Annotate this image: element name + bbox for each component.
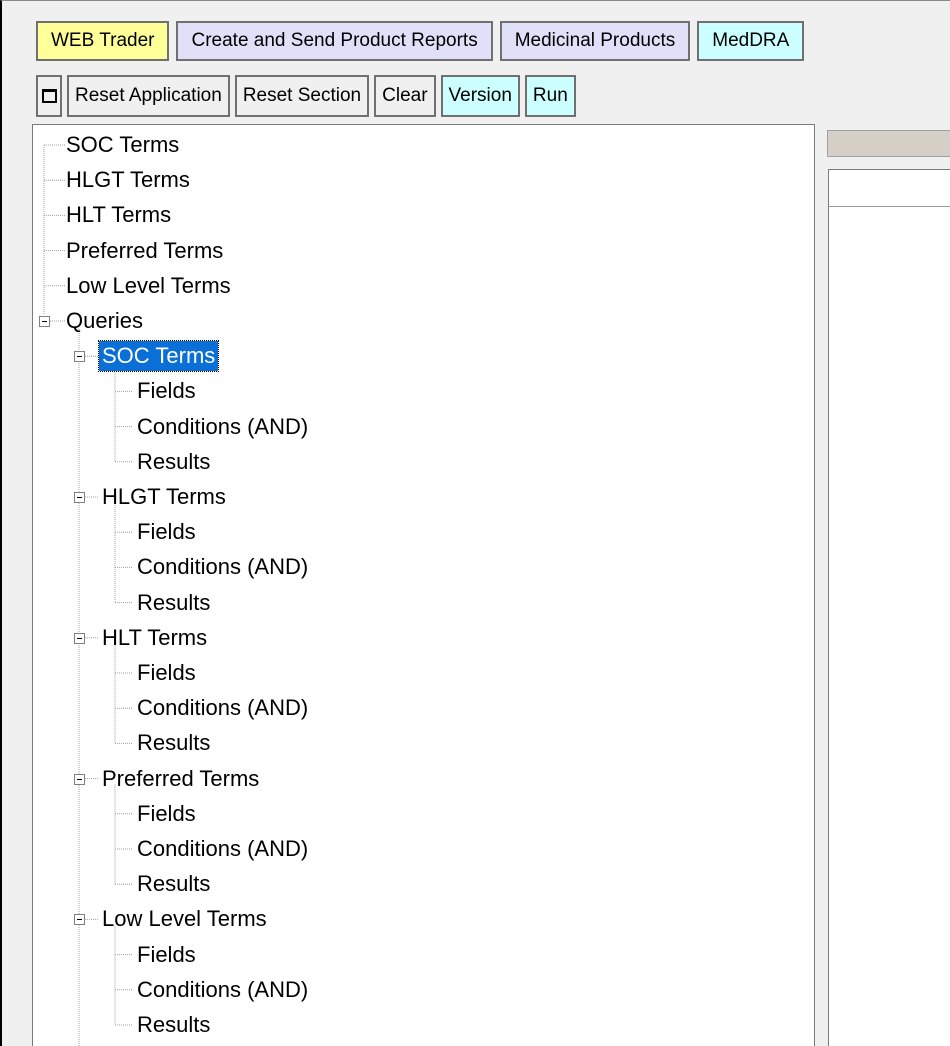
tree-item-label: HLT Terms [102,624,208,650]
query-group-collapse-icon[interactable] [74,914,85,926]
tree-query-child-results[interactable]: Results [134,728,213,758]
tree-query-child-conditions-and-[interactable]: Conditions (AND) [134,834,311,864]
tree-query-child-results[interactable]: Results [134,588,213,618]
tab-medicinal-products[interactable]: Medicinal Products [499,21,691,61]
tree-query-child-fields[interactable]: Fields [134,658,199,688]
tree-query-child-conditions-and-[interactable]: Conditions (AND) [134,412,311,442]
tree-query-child-conditions-and-[interactable]: Conditions (AND) [134,975,311,1005]
tree-query-group-soc-terms[interactable]: SOC Terms [97,340,220,373]
tree-item-label: HLGT Terms [66,167,190,193]
tree-query-group-preferred-terms[interactable]: Preferred Terms [99,764,262,794]
tree-query-child-results[interactable]: Results [134,1010,213,1040]
toolbar: Reset Application Reset Section Clear Ve… [36,75,576,117]
tree-item-label: Conditions (AND) [137,554,309,580]
tree-item-label: Fields [137,941,196,967]
tree-item-label: Fields [137,378,196,404]
run-button[interactable]: Run [524,75,576,117]
tab-web-trader[interactable]: WEB Trader [36,21,170,61]
query-group-collapse-icon[interactable] [74,773,85,785]
window-square-icon [41,89,57,103]
tree-item-preferred-terms[interactable]: Preferred Terms [63,236,226,266]
tree-item-soc-terms[interactable]: SOC Terms [63,130,182,160]
tree-item-label: Fields [137,800,196,826]
tree-item-label: Low Level Terms [66,272,231,298]
tree-item-label: SOC Terms [66,132,180,157]
tree-item-label: Conditions (AND) [137,836,309,861]
tree-item-low-level-terms[interactable]: Low Level Terms [63,271,234,301]
tree-query-child-conditions-and-[interactable]: Conditions (AND) [134,693,311,723]
tree-query-group-low-level-terms[interactable]: Low Level Terms [99,904,270,934]
tree-item-label: Results [137,730,211,756]
tree-query-child-fields[interactable]: Fields [134,799,199,829]
tree-item-label: Results [137,871,211,897]
tree-query-child-conditions-and-[interactable]: Conditions (AND) [134,552,311,582]
clear-button[interactable]: Clear [374,75,436,117]
top-tab-strip: WEB Trader Create and Send Product Repor… [36,21,805,61]
query-group-collapse-icon[interactable] [74,351,85,363]
tree-item-label: Results [137,448,211,474]
tree-item-label: Results [137,1012,211,1037]
window-toggle-button[interactable] [36,75,62,117]
tree-query-child-results[interactable]: Results [134,447,213,477]
app-window: WEB Trader Create and Send Product Repor… [0,0,950,1046]
tree-query-child-fields[interactable]: Fields [134,517,199,547]
tree-item-label: HLGT Terms [102,484,226,509]
tree-query-child-fields[interactable]: Fields [134,376,199,406]
tree-item-label: Fields [137,660,196,685]
navigation-tree[interactable]: SOC Terms HLGT Terms HLT Terms Preferred Te… [32,124,815,1046]
queries-collapse-icon[interactable] [39,316,50,327]
tree-item-label: Preferred Terms [102,765,260,791]
tree-query-group-hlgt-terms[interactable]: HLGT Terms [99,482,229,512]
tree-item-label: Queries [66,308,144,333]
tree-item-hlt-terms[interactable]: HLT Terms [63,200,174,230]
tree-item-label: Conditions (AND) [137,413,309,439]
tab-create-send-product-reports[interactable]: Create and Send Product Reports [176,21,493,61]
tree-item-label: HLT Terms [66,202,172,228]
tree-item-label: Preferred Terms [66,237,224,263]
tree-item-label: Conditions (AND) [137,695,309,721]
tree-item-queries[interactable]: Queries [63,306,146,336]
right-pane-column-header [829,170,950,207]
tree-item-label: Low Level Terms [102,906,267,932]
tree-item-label: SOC Terms [97,340,220,373]
version-button[interactable]: Version [440,75,520,117]
tree-item-hlgt-terms[interactable]: HLGT Terms [63,165,193,195]
tree-query-group-hlt-terms[interactable]: HLT Terms [99,623,210,653]
tree-item-label: Results [137,589,211,615]
query-group-collapse-icon[interactable] [74,632,85,644]
right-pane-header [827,130,950,157]
tree-item-label: Conditions (AND) [137,976,309,1002]
tree-item-label: Fields [137,519,196,545]
tab-meddra[interactable]: MedDRA [697,21,805,61]
tree-query-child-fields[interactable]: Fields [134,940,199,970]
tree-query-child-results[interactable]: Results [134,869,213,899]
right-pane-content [828,169,950,1046]
reset-application-button[interactable]: Reset Application [67,75,230,117]
query-group-collapse-icon[interactable] [74,492,85,503]
reset-section-button[interactable]: Reset Section [234,75,370,117]
